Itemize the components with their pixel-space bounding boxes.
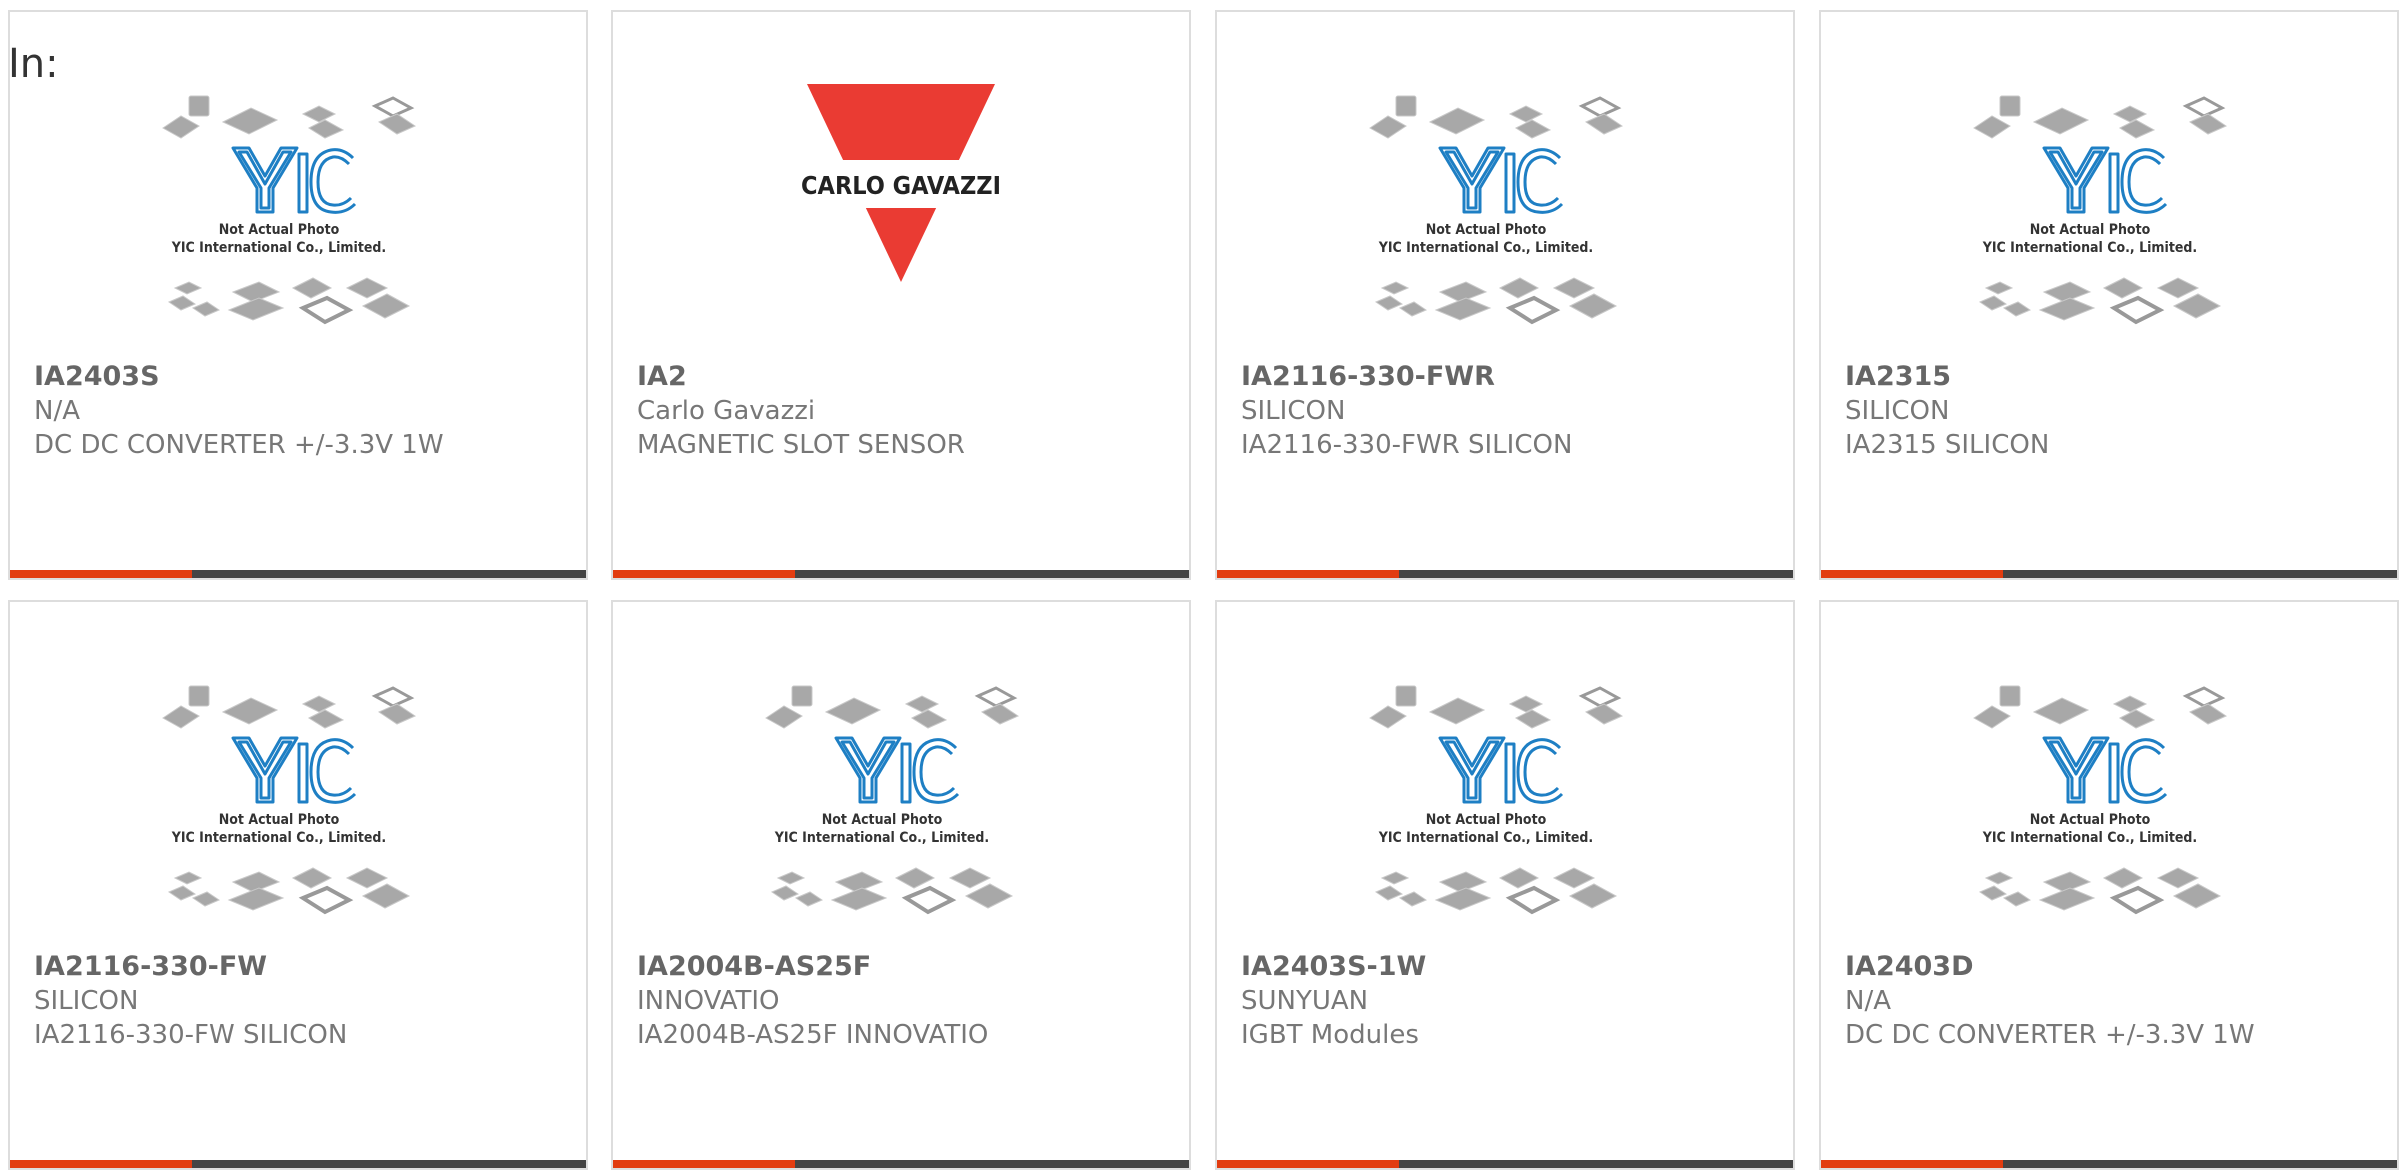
product-image[interactable]: Not Actual Photo YIC International Co., … <box>10 682 586 952</box>
product-description: MAGNETIC SLOT SENSOR <box>637 430 965 460</box>
placeholder-caption-line2: YIC International Co., Limited. <box>1378 240 1593 256</box>
product-image[interactable]: Not Actual Photo YIC International Co., … <box>1217 682 1793 952</box>
part-number-link[interactable]: IA2403D <box>1845 950 2385 984</box>
placeholder-caption-line2: YIC International Co., Limited. <box>1378 830 1593 846</box>
product-info: IA2 Carlo Gavazzi MAGNETIC SLOT SENSOR <box>637 360 1177 462</box>
manufacturer-name: N/A <box>34 396 80 426</box>
card-bottom-bar <box>1821 1160 2397 1168</box>
part-number-link[interactable]: IA2004B-AS25F <box>637 950 1177 984</box>
part-number-link[interactable]: IA2116-330-FW <box>34 950 574 984</box>
product-info: IA2315 SILICON IA2315 SILICON <box>1845 360 2385 462</box>
product-description: IA2116-330-FWR SILICON <box>1241 430 1573 460</box>
placeholder-caption-line1: Not Actual Photo <box>822 812 943 828</box>
product-placeholder-image: Not Actual Photo YIC International Co., … <box>1369 685 1624 915</box>
card-accent-bar <box>1821 1160 2003 1168</box>
placeholder-caption-line2: YIC International Co., Limited. <box>1982 240 2197 256</box>
manufacturer-name: SILICON <box>34 986 139 1016</box>
card-bottom-bar <box>1217 570 1793 578</box>
product-info: IA2116-330-FW SILICON IA2116-330-FW SILICO… <box>34 950 574 1052</box>
part-number-link[interactable]: IA2403S-1W <box>1241 950 1781 984</box>
product-card[interactable]: Not Actual Photo YIC International Co., … <box>8 600 588 1170</box>
product-description: DC DC CONVERTER +/-3.3V 1W <box>1845 1020 2255 1050</box>
carlo-gavazzi-logo: CARLO GAVAZZI <box>801 84 1001 282</box>
placeholder-caption-line2: YIC International Co., Limited. <box>774 830 989 846</box>
product-placeholder-image: Not Actual Photo YIC International Co., … <box>765 685 1020 915</box>
part-number-link[interactable]: IA2315 <box>1845 360 2385 394</box>
placeholder-caption-line1: Not Actual Photo <box>219 222 340 238</box>
placeholder-caption-line2: YIC International Co., Limited. <box>171 240 386 256</box>
placeholder-caption-line1: Not Actual Photo <box>219 812 340 828</box>
card-bottom-bar <box>613 570 1189 578</box>
product-placeholder-image: Not Actual Photo YIC International Co., … <box>1369 95 1624 325</box>
product-placeholder-image: Not Actual Photo YIC International Co., … <box>162 685 417 915</box>
product-image[interactable]: Not Actual Photo YIC International Co., … <box>10 92 586 362</box>
product-card[interactable]: Not Actual Photo YIC International Co., … <box>1819 600 2399 1170</box>
product-image[interactable]: Not Actual Photo YIC International Co., … <box>1217 92 1793 362</box>
product-card[interactable]: Not Actual Photo YIC International Co., … <box>1215 10 1795 580</box>
card-accent-bar <box>10 1160 192 1168</box>
carlo-gavazzi-logo-text: CARLO GAVAZZI <box>801 171 1001 200</box>
product-image[interactable]: Not Actual Photo YIC International Co., … <box>1821 92 2397 362</box>
manufacturer-name: N/A <box>1845 986 1891 1016</box>
card-bottom-bar <box>1821 570 2397 578</box>
card-accent-bar <box>1217 1160 1399 1168</box>
manufacturer-name: Carlo Gavazzi <box>637 396 816 426</box>
product-image[interactable]: CARLO GAVAZZI <box>613 82 1189 352</box>
product-description: DC DC CONVERTER +/-3.3V 1W <box>34 430 444 460</box>
product-card[interactable]: Not Actual Photo YIC International Co., … <box>1819 10 2399 580</box>
product-info: IA2116-330-FWR SILICON IA2116-330-FWR SILI… <box>1241 360 1781 462</box>
card-accent-bar <box>10 570 192 578</box>
manufacturer-name: SILICON <box>1845 396 1950 426</box>
product-card[interactable]: CARLO GAVAZZI IA2 Carlo Gavazzi MAGNETIC S… <box>611 10 1191 580</box>
card-bottom-bar <box>10 570 586 578</box>
filter-label: In: <box>8 41 59 87</box>
product-card[interactable]: Not Actual Photo YIC International Co., … <box>8 10 588 580</box>
placeholder-caption-line1: Not Actual Photo <box>2030 812 2151 828</box>
product-description: IA2004B-AS25F INNOVATIO <box>637 1020 989 1050</box>
placeholder-caption-line1: Not Actual Photo <box>1426 812 1547 828</box>
manufacturer-name: INNOVATIO <box>637 986 780 1016</box>
product-image[interactable]: Not Actual Photo YIC International Co., … <box>613 682 1189 952</box>
product-info: IA2004B-AS25F INNOVATIO IA2004B-AS25F INNO… <box>637 950 1177 1052</box>
part-number-link[interactable]: IA2116-330-FWR <box>1241 360 1781 394</box>
card-accent-bar <box>613 570 795 578</box>
product-info: IA2403S-1W SUNYUAN IGBT Modules <box>1241 950 1781 1052</box>
manufacturer-name: SUNYUAN <box>1241 986 1369 1016</box>
product-placeholder-image: Not Actual Photo YIC International Co., … <box>1973 95 2228 325</box>
product-info: IA2403D N/A DC DC CONVERTER +/-3.3V 1W <box>1845 950 2385 1052</box>
placeholder-caption-line1: Not Actual Photo <box>2030 222 2151 238</box>
card-bottom-bar <box>1217 1160 1793 1168</box>
card-bottom-bar <box>613 1160 1189 1168</box>
product-image[interactable]: Not Actual Photo YIC International Co., … <box>1821 682 2397 952</box>
product-description: IA2116-330-FW SILICON <box>34 1020 348 1050</box>
manufacturer-name: SILICON <box>1241 396 1346 426</box>
placeholder-caption-line2: YIC International Co., Limited. <box>1982 830 2197 846</box>
product-description: IGBT Modules <box>1241 1020 1419 1050</box>
placeholder-caption-line1: Not Actual Photo <box>1426 222 1547 238</box>
part-number-link[interactable]: IA2403S <box>34 360 574 394</box>
card-accent-bar <box>613 1160 795 1168</box>
product-card[interactable]: Not Actual Photo YIC International Co., … <box>1215 600 1795 1170</box>
part-number-link[interactable]: IA2 <box>637 360 1177 394</box>
product-description: IA2315 SILICON <box>1845 430 2050 460</box>
card-bottom-bar <box>10 1160 586 1168</box>
card-accent-bar <box>1821 570 2003 578</box>
card-accent-bar <box>1217 570 1399 578</box>
product-card[interactable]: Not Actual Photo YIC International Co., … <box>611 600 1191 1170</box>
placeholder-caption-line2: YIC International Co., Limited. <box>171 830 386 846</box>
product-info: IA2403S N/A DC DC CONVERTER +/-3.3V 1W <box>34 360 574 462</box>
product-placeholder-image: Not Actual Photo YIC International Co., … <box>162 95 417 325</box>
product-placeholder-image: Not Actual Photo YIC International Co., … <box>1973 685 2228 915</box>
